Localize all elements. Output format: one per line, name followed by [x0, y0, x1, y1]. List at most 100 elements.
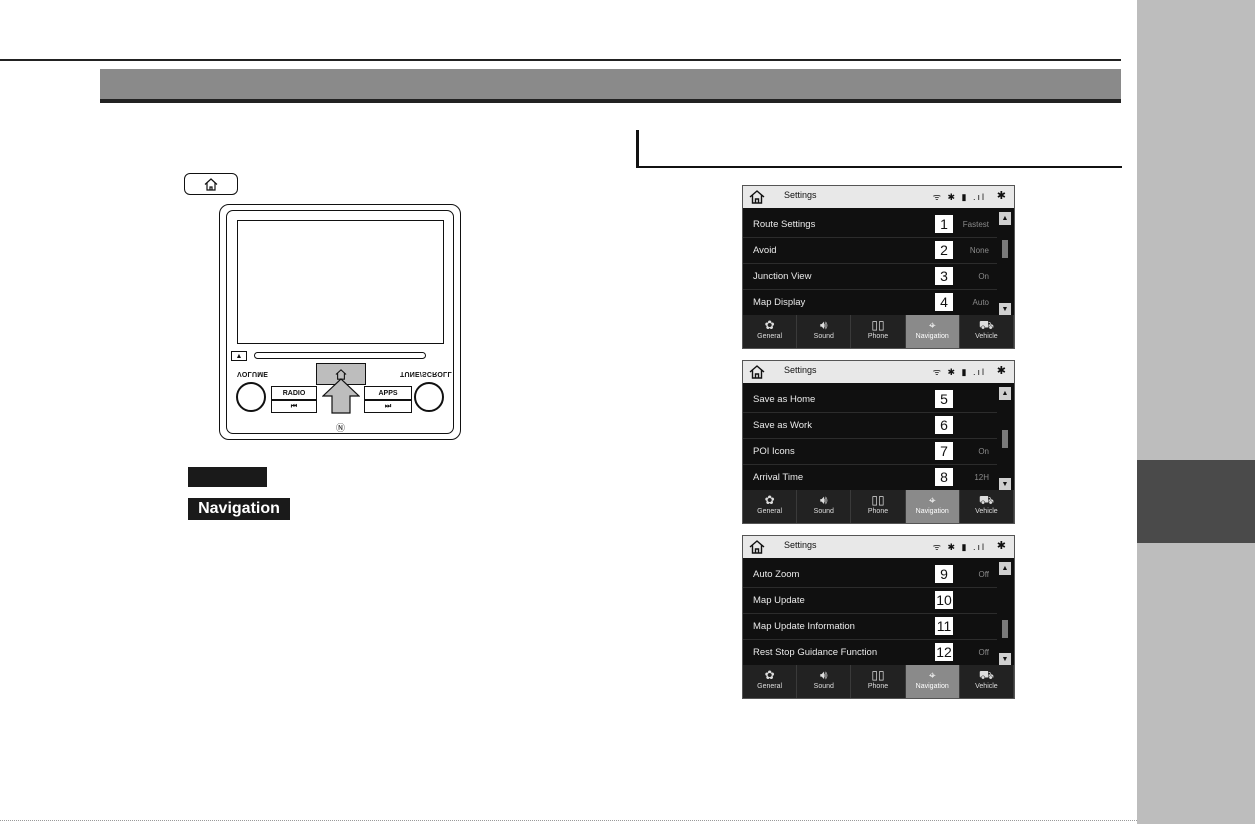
- bottom-tab-bar: ✿ General 🔊︎ Sound ▯▯ Phone ⌖ Navigation ⛟ Vehicl…: [743, 665, 1014, 698]
- callout-number: 2: [935, 241, 953, 259]
- tab-phone[interactable]: ▯▯ Phone: [851, 665, 906, 698]
- screen-header: Settings ᯤ ✱ ▮ .ıl ✱: [743, 361, 1014, 383]
- tab-label: Sound: [813, 333, 834, 340]
- tab-label: Navigation: [915, 683, 949, 690]
- callout-number: 1: [935, 215, 953, 233]
- tab-sound[interactable]: 🔊︎ Sound: [797, 490, 852, 523]
- setting-row[interactable]: POI Icons 7 On: [743, 439, 997, 465]
- tab-navigation[interactable]: ⌖ Navigation: [905, 490, 960, 523]
- bottom-tab-bar: ✿ General 🔊︎ Sound ▯▯ Phone ⌖ Navigation ⛟ Vehicl…: [743, 490, 1014, 523]
- tab-label: General: [757, 683, 783, 690]
- setting-row[interactable]: Map Update 10: [743, 588, 997, 614]
- tab-phone[interactable]: ▯▯ Phone: [851, 490, 906, 523]
- gear-icon: ✿: [764, 318, 775, 332]
- setting-row[interactable]: Save as Home 5: [743, 387, 997, 413]
- speaker-icon: 🔊︎: [820, 493, 828, 507]
- setting-row[interactable]: Route Settings 1 Fastest: [743, 212, 997, 238]
- tab-navigation[interactable]: ⌖ Navigation: [905, 315, 960, 348]
- chapter-side-tab-active: [1137, 460, 1255, 543]
- gear-icon: ✿: [764, 493, 775, 507]
- scroll-thumb[interactable]: [1002, 620, 1008, 638]
- tab-sound[interactable]: 🔊︎ Sound: [797, 665, 852, 698]
- setting-row[interactable]: Avoid 2 None: [743, 238, 997, 264]
- tab-phone[interactable]: ▯▯ Phone: [851, 315, 906, 348]
- setting-row[interactable]: Arrival Time 8 12H: [743, 465, 997, 491]
- status-icons: ᯤ ✱ ▮ .ıl: [932, 542, 986, 552]
- scroll-thumb[interactable]: [1002, 430, 1008, 448]
- callout-number: 10: [935, 591, 953, 609]
- scroll-up-icon[interactable]: ▲: [999, 387, 1011, 400]
- setting-label: Map Update Information: [753, 621, 855, 632]
- tab-label: Phone: [867, 683, 889, 690]
- callout-number: 3: [935, 267, 953, 285]
- phone-icon: ▯▯: [871, 668, 885, 682]
- home-icon[interactable]: [749, 364, 765, 380]
- home-key-illustration: [184, 173, 238, 195]
- tab-label: Navigation: [915, 508, 949, 515]
- volume-knob-label: VOLUME: [237, 370, 269, 377]
- setting-row[interactable]: Save as Work 6: [743, 413, 997, 439]
- redacted-label: [188, 467, 267, 487]
- screen-title: Settings: [784, 365, 817, 375]
- bluetooth-icon: ✱: [996, 365, 1006, 377]
- prev-track-icon: ⏮: [271, 400, 317, 413]
- tab-vehicle[interactable]: ⛟ Vehicle: [960, 490, 1014, 523]
- tab-label: Vehicle: [975, 508, 998, 515]
- map-pin-icon: ⌖: [928, 668, 936, 682]
- setting-label: POI Icons: [753, 446, 795, 457]
- scrollbar[interactable]: ▲ ▼: [999, 212, 1011, 316]
- navigation-key-label: Navigation: [188, 498, 290, 520]
- setting-value: On: [978, 272, 989, 281]
- setting-row[interactable]: Junction View 3 On: [743, 264, 997, 290]
- bluetooth-icon: ✱: [996, 190, 1006, 202]
- speaker-icon: 🔊︎: [820, 668, 828, 682]
- phone-icon: ▯▯: [871, 493, 885, 507]
- setting-label: Rest Stop Guidance Function: [753, 647, 878, 658]
- setting-label: Junction View: [753, 271, 812, 282]
- tab-vehicle[interactable]: ⛟ Vehicle: [960, 665, 1014, 698]
- disc-slot: [254, 352, 426, 359]
- tab-label: Phone: [867, 333, 889, 340]
- tab-general[interactable]: ✿ General: [743, 490, 798, 523]
- scroll-up-icon[interactable]: ▲: [999, 212, 1011, 225]
- status-icons: ᯤ ✱ ▮ .ıl: [932, 192, 986, 202]
- tab-vehicle[interactable]: ⛟ Vehicle: [960, 315, 1014, 348]
- tab-general[interactable]: ✿ General: [743, 665, 798, 698]
- scrollbar[interactable]: ▲ ▼: [999, 562, 1011, 666]
- tab-label: Sound: [813, 683, 834, 690]
- home-icon[interactable]: [749, 539, 765, 555]
- page-bottom-rule: [0, 820, 1137, 821]
- setting-row[interactable]: Map Update Information 11: [743, 614, 997, 640]
- setting-label: Auto Zoom: [753, 569, 800, 580]
- apps-button: APPS: [364, 386, 412, 400]
- callout-number: 6: [935, 416, 953, 434]
- bluetooth-icon: ✱: [996, 540, 1006, 552]
- settings-screen-1: Settings ᯤ ✱ ▮ .ıl ✱ Route Settings 1 Fast…: [742, 185, 1015, 349]
- screen-title: Settings: [784, 540, 817, 550]
- radio-button: RADIO: [271, 386, 317, 400]
- status-icons: ᯤ ✱ ▮ .ıl: [932, 367, 986, 377]
- scrollbar[interactable]: ▲ ▼: [999, 387, 1011, 491]
- scroll-thumb[interactable]: [1002, 240, 1008, 258]
- setting-value: Off: [978, 648, 989, 657]
- home-icon[interactable]: [749, 189, 765, 205]
- pointer-arrow-icon: [322, 378, 360, 414]
- nfc-icon: Ⓝ: [336, 423, 346, 433]
- tab-navigation[interactable]: ⌖ Navigation: [905, 665, 960, 698]
- tab-general[interactable]: ✿ General: [743, 315, 798, 348]
- setting-row[interactable]: Auto Zoom 9 Off: [743, 562, 997, 588]
- home-icon: [204, 177, 218, 191]
- setting-row[interactable]: Rest Stop Guidance Function 12 Off: [743, 640, 997, 666]
- tab-sound[interactable]: 🔊︎ Sound: [797, 315, 852, 348]
- tab-label: Navigation: [915, 333, 949, 340]
- scroll-up-icon[interactable]: ▲: [999, 562, 1011, 575]
- next-track-icon: ⏭: [364, 400, 412, 413]
- setting-row[interactable]: Map Display 4 Auto: [743, 290, 997, 316]
- setting-label: Map Display: [753, 297, 806, 308]
- car-icon: ⛟: [978, 493, 994, 507]
- top-rule: [0, 59, 1121, 61]
- callout-number: 12: [935, 643, 953, 661]
- screen-title: Settings: [784, 190, 817, 200]
- eject-icon: ▲: [231, 351, 247, 361]
- callout-number: 4: [935, 293, 953, 311]
